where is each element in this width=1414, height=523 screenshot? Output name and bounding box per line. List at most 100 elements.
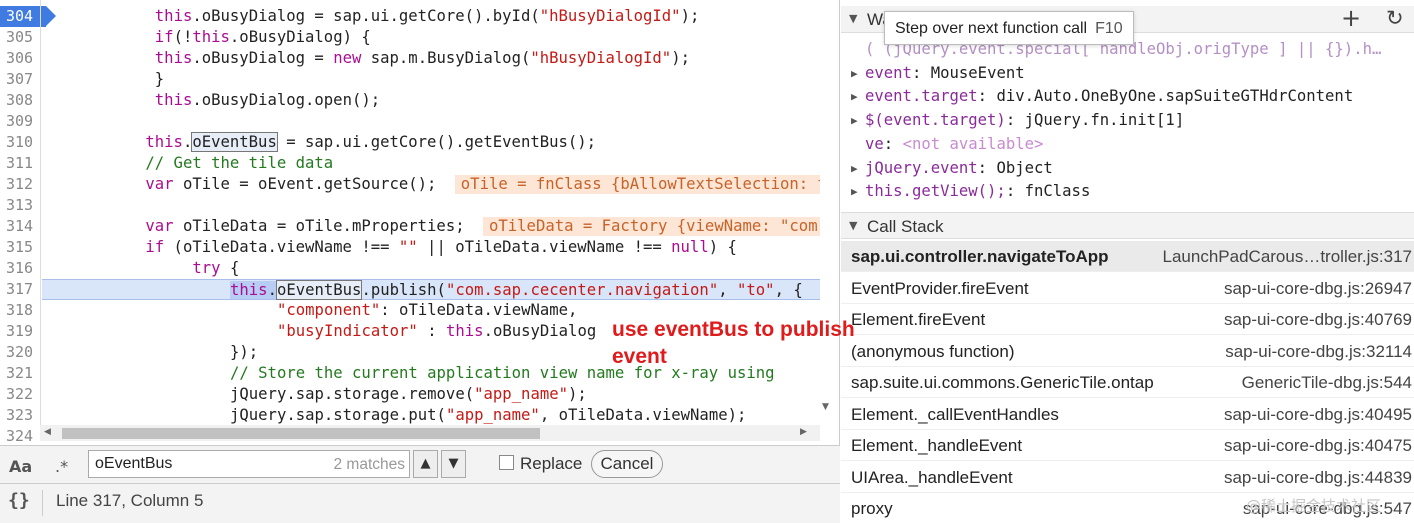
code-token: this xyxy=(154,7,193,25)
code-token: jQuery.sap.storage.remove( xyxy=(230,385,475,403)
code-line[interactable]: jQuery.sap.storage.remove("app_name"); xyxy=(42,384,820,405)
horizontal-scrollbar[interactable]: ◀ ▶ xyxy=(40,425,820,441)
code-line[interactable]: this.oBusyDialog = sap.ui.getCore().byId… xyxy=(42,6,820,27)
horizontal-scroll-thumb[interactable] xyxy=(62,428,540,439)
line-number[interactable]: 311 xyxy=(0,153,40,174)
callstack-frame[interactable]: Element.fireEvent sap-ui-core-dbg.js:4076… xyxy=(841,304,1414,335)
code-line[interactable]: this.oEventBus = sap.ui.getCore().getEve… xyxy=(42,132,820,153)
code-token: : xyxy=(417,322,446,340)
expand-arrow-icon[interactable]: ▶ xyxy=(851,157,858,180)
line-number[interactable]: 308 xyxy=(0,90,40,111)
line-number[interactable]: 319 xyxy=(0,321,40,342)
line-number[interactable]: 320 xyxy=(0,342,40,363)
status-divider xyxy=(42,490,43,516)
callstack-frame[interactable]: UIArea._handleEvent sap-ui-core-dbg.js:44… xyxy=(841,462,1414,493)
search-input[interactable] xyxy=(95,454,325,474)
code-token: = sap.ui.getCore().getEventBus(); xyxy=(276,133,597,151)
watch-colon: : xyxy=(1005,111,1025,130)
pretty-print-button[interactable]: {} xyxy=(8,490,30,511)
callstack-title: Call Stack xyxy=(867,217,944,236)
code-line[interactable]: this.oBusyDialog.open(); xyxy=(42,90,820,111)
refresh-icon[interactable]: ↻ xyxy=(1386,6,1404,30)
watch-expression[interactable]: ▶ this.getView();: fnClass xyxy=(841,180,1414,203)
line-number[interactable]: 313 xyxy=(0,195,40,216)
watch-expression[interactable]: ▶ jQuery.event: Object xyxy=(841,157,1414,180)
line-number[interactable]: 309 xyxy=(0,111,40,132)
line-number[interactable]: 314 xyxy=(0,216,40,237)
code-line[interactable]: var oTileData = oTile.mProperties; oTileD… xyxy=(42,216,820,237)
watch-expression[interactable]: ▶ $(event.target): jQuery.fn.init[1] xyxy=(841,109,1414,132)
expand-arrow-icon[interactable]: ▶ xyxy=(851,180,858,203)
frame-location[interactable]: sap-ui-core-dbg.js:32114 xyxy=(1225,336,1412,367)
code-line[interactable]: this.oBusyDialog = new sap.m.BusyDialog(… xyxy=(42,48,820,69)
line-number[interactable]: 317 xyxy=(0,279,40,300)
tooltip-text: Step over next function call xyxy=(895,20,1088,37)
scroll-left-arrow[interactable]: ◀ xyxy=(44,427,51,437)
watch-expression[interactable]: ▶ event.target: div.Auto.OneByOne.sapSuit… xyxy=(841,85,1414,108)
replace-label[interactable]: Replace xyxy=(520,454,582,474)
callstack-frame[interactable]: sap.ui.controller.navigateToApp LaunchPad… xyxy=(841,241,1414,272)
callstack-section-header[interactable]: ▼ Call Stack xyxy=(841,212,1414,239)
cancel-button[interactable]: Cancel xyxy=(591,450,663,478)
line-number[interactable]: 318 xyxy=(0,300,40,321)
previous-match-button[interactable]: ▲ xyxy=(413,450,438,478)
code-token: (oTileData.viewName !== xyxy=(164,238,399,256)
code-line[interactable]: } xyxy=(42,69,820,90)
line-number[interactable]: 323 xyxy=(0,405,40,426)
frame-location[interactable]: sap-ui-core-dbg.js:40495 xyxy=(1224,399,1412,430)
callstack-frame[interactable]: (anonymous function) sap-ui-core-dbg.js:3… xyxy=(841,336,1414,367)
frame-location[interactable]: sap-ui-core-dbg.js:44839 xyxy=(1224,462,1412,493)
frame-location[interactable]: sap-ui-core-dbg.js:40769 xyxy=(1224,304,1412,335)
match-case-toggle[interactable]: Aa xyxy=(9,457,32,476)
callstack-frame[interactable]: sap.suite.ui.commons.GenericTile.ontap Ge… xyxy=(841,367,1414,398)
callstack-frame[interactable]: Element._handleEvent sap-ui-core-dbg.js:4… xyxy=(841,430,1414,461)
code-line[interactable]: try { xyxy=(42,258,820,279)
line-number[interactable]: 306 xyxy=(0,48,40,69)
frame-location[interactable]: LaunchPadCarous…troller.js:317 xyxy=(1163,241,1412,272)
source-editor[interactable]: 304 305 306 307 308 309 310 311 312 313 314 315 316 3… xyxy=(0,0,840,445)
code-line[interactable]: jQuery.sap.storage.put("app_name", oTile… xyxy=(42,405,820,426)
code-line[interactable]: if(!this.oBusyDialog) { xyxy=(42,27,820,48)
next-match-button[interactable]: ▼ xyxy=(441,450,466,478)
line-number[interactable]: 305 xyxy=(0,27,40,48)
line-number[interactable]: 322 xyxy=(0,384,40,405)
scroll-right-arrow[interactable]: ▶ xyxy=(800,427,807,437)
code-token: oTile = oEvent.getSource(); xyxy=(173,175,437,193)
execution-line[interactable]: this.oEventBus.publish("com.sap.cecenter… xyxy=(42,279,820,300)
line-number[interactable]: 310 xyxy=(0,132,40,153)
code-token: }); xyxy=(230,343,259,361)
line-number[interactable]: 307 xyxy=(0,69,40,90)
callstack-frame[interactable]: Element._callEventHandles sap-ui-core-dbg… xyxy=(841,399,1414,430)
line-number-gutter[interactable]: 304 305 306 307 308 309 310 311 312 313 314 315 316 3… xyxy=(0,6,56,445)
collapse-arrow-icon: ▼ xyxy=(849,12,858,25)
line-number[interactable]: 315 xyxy=(0,237,40,258)
code-token: , { xyxy=(774,281,803,299)
expand-arrow-icon[interactable]: ▶ xyxy=(851,109,858,132)
add-watch-icon[interactable]: + xyxy=(1341,4,1361,32)
debugger-sidebar: ▼ Wa + ↻ ( (jQuery.event.special[ handle… xyxy=(841,0,1414,523)
scroll-down-arrow[interactable]: ▼ xyxy=(822,402,829,412)
line-number[interactable]: 324 xyxy=(0,426,40,445)
search-field[interactable]: 2 matches xyxy=(88,450,410,478)
code-line[interactable] xyxy=(42,111,820,132)
code-line[interactable]: // Get the tile data xyxy=(42,153,820,174)
replace-checkbox[interactable] xyxy=(499,455,514,470)
watch-expression[interactable]: ▶ event: MouseEvent xyxy=(841,62,1414,85)
code-line[interactable]: if (oTileData.viewName !== "" || oTileDa… xyxy=(42,237,820,258)
code-area[interactable]: this.oBusyDialog = sap.ui.getCore().byId… xyxy=(42,6,820,445)
line-number[interactable]: 312 xyxy=(0,174,40,195)
expand-arrow-icon[interactable]: ▶ xyxy=(851,62,858,85)
code-token: .oBusyDialog.open(); xyxy=(192,91,381,109)
search-bar: Aa .* 2 matches ▲ ▼ Replace Cancel xyxy=(0,445,840,483)
code-line[interactable] xyxy=(42,195,820,216)
line-number[interactable]: 316 xyxy=(0,258,40,279)
frame-location[interactable]: sap-ui-core-dbg.js:26947 xyxy=(1224,273,1412,304)
callstack-frame[interactable]: EventProvider.fireEvent sap-ui-core-dbg.j… xyxy=(841,273,1414,304)
regex-toggle[interactable]: .* xyxy=(55,457,68,476)
line-number[interactable]: 321 xyxy=(0,363,40,384)
code-line[interactable]: var oTile = oEvent.getSource(); oTile = f… xyxy=(42,174,820,195)
watch-expression[interactable]: ve: <not available> xyxy=(841,133,1414,156)
expand-arrow-icon[interactable]: ▶ xyxy=(851,85,858,108)
frame-location[interactable]: sap-ui-core-dbg.js:40475 xyxy=(1224,430,1412,461)
frame-location[interactable]: GenericTile-dbg.js:544 xyxy=(1242,367,1412,398)
